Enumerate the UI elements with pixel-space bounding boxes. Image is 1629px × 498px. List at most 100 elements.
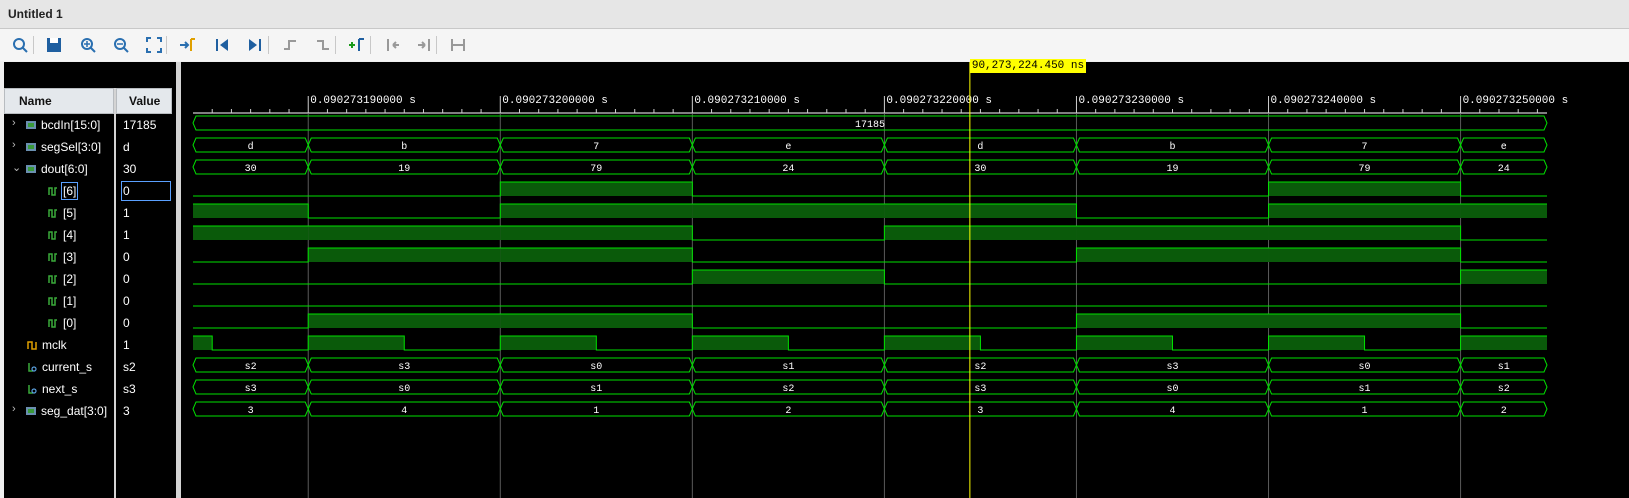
signal-value-cell[interactable]: 1 bbox=[120, 334, 172, 356]
zoom-in-button[interactable] bbox=[76, 33, 100, 57]
signal-value-cell[interactable]: 30 bbox=[120, 158, 172, 180]
expand-arrow-icon[interactable]: › bbox=[12, 403, 16, 415]
high-level-fill bbox=[193, 204, 309, 218]
high-level-fill bbox=[1076, 314, 1269, 328]
bus-value-label: s1 bbox=[1498, 362, 1510, 373]
high-level-fill bbox=[692, 204, 885, 218]
expand-arrow-icon[interactable]: › bbox=[12, 117, 16, 129]
signal-row[interactable]: mclk bbox=[4, 334, 114, 356]
name-column-header[interactable]: Name bbox=[4, 88, 114, 114]
signal-value-cell[interactable]: 0 bbox=[120, 312, 172, 334]
expand-arrow-icon[interactable]: › bbox=[12, 139, 16, 151]
signal-value-cell[interactable]: s3 bbox=[120, 378, 172, 400]
signal-value-cell[interactable]: 0 bbox=[120, 246, 172, 268]
dout-bit-0-wave bbox=[193, 313, 1547, 329]
previous-transition-icon bbox=[284, 40, 296, 50]
bus-value-label: s1 bbox=[590, 384, 602, 395]
bus-value-label: e bbox=[785, 142, 791, 153]
bus-value-label: 2 bbox=[1501, 406, 1507, 417]
signal-value-cell[interactable]: 0 bbox=[120, 290, 172, 312]
signal-row[interactable]: current_s bbox=[4, 356, 114, 378]
high-level-fill bbox=[308, 226, 501, 240]
signal-value-cell[interactable]: 17185 bbox=[120, 114, 172, 136]
signal-value: 30 bbox=[123, 162, 137, 176]
bus-value-label: s0 bbox=[590, 362, 602, 373]
signal-value-cell[interactable]: 1 bbox=[120, 224, 172, 246]
toolbar-separator bbox=[33, 36, 34, 54]
signal-row[interactable]: [5] bbox=[4, 202, 114, 224]
mclk-wave bbox=[193, 335, 1547, 351]
previous-marker-button[interactable] bbox=[380, 33, 404, 57]
signal-row[interactable]: [3] bbox=[4, 246, 114, 268]
high-level-fill bbox=[500, 226, 693, 240]
bus-value-label: 17185 bbox=[855, 120, 885, 131]
signal-value-cell[interactable]: 3 bbox=[120, 400, 172, 422]
signal-name: [1] bbox=[63, 294, 77, 308]
high-level-fill bbox=[308, 248, 501, 262]
bus-value-label: 79 bbox=[590, 164, 602, 175]
signal-value-cell[interactable]: 0 bbox=[120, 268, 172, 290]
go-to-end-button[interactable] bbox=[243, 33, 267, 57]
high-level-fill bbox=[500, 182, 693, 196]
zoom-fit-button[interactable] bbox=[142, 33, 166, 57]
cursor-time-label[interactable]: 90,273,224.450 ns bbox=[969, 59, 1087, 73]
signal-row[interactable]: ⌄ dout[6:0] bbox=[4, 158, 114, 180]
high-level-fill bbox=[1076, 336, 1173, 350]
next_s-wave: s3 s0 s1 s2 s3 s0 s1 s2 bbox=[192, 379, 1548, 395]
waveform-view[interactable]: 0.090273190000 s 0.090273200000 s 0.090273… bbox=[181, 62, 1629, 498]
signal-row[interactable]: › seg_dat[3:0] bbox=[4, 400, 114, 422]
signal-row[interactable]: [6] bbox=[4, 180, 114, 202]
enum-icon bbox=[28, 385, 37, 394]
high-level-fill bbox=[1076, 248, 1269, 262]
bus-value-label: d bbox=[977, 141, 983, 153]
signal-value-cell[interactable]: s2 bbox=[120, 356, 172, 378]
high-level-fill bbox=[1268, 182, 1461, 196]
signal-value: 0 bbox=[123, 184, 130, 198]
window-title: Untitled 1 bbox=[8, 7, 63, 21]
add-marker-button[interactable] bbox=[345, 33, 369, 57]
time-tick-label: 0.090273240000 s bbox=[1271, 95, 1377, 107]
previous-transition-button[interactable] bbox=[278, 33, 302, 57]
signal-row[interactable]: [0] bbox=[4, 312, 114, 334]
signal-value-cell[interactable]: 0 bbox=[120, 180, 172, 202]
signal-row[interactable]: [4] bbox=[4, 224, 114, 246]
high-level-fill bbox=[692, 336, 789, 350]
enum-icon bbox=[28, 363, 37, 372]
previous-marker-icon bbox=[387, 39, 399, 51]
signal-row[interactable]: [1] bbox=[4, 290, 114, 312]
zoom-out-button[interactable] bbox=[109, 33, 133, 57]
signal-row[interactable]: › bcdIn[15:0] bbox=[4, 114, 114, 136]
high-level-fill bbox=[1460, 204, 1547, 218]
go-to-cursor-button[interactable] bbox=[176, 33, 200, 57]
dout-wave: 30 19 79 24 30 19 79 24 bbox=[192, 159, 1548, 175]
signal-row[interactable]: [2] bbox=[4, 268, 114, 290]
high-level-fill bbox=[884, 336, 981, 350]
collapse-arrow-icon[interactable]: ⌄ bbox=[12, 161, 21, 174]
zoom-fit-icon bbox=[146, 37, 162, 53]
value-column-header[interactable]: Value bbox=[116, 88, 172, 114]
save-button[interactable] bbox=[42, 33, 66, 57]
column-divider[interactable] bbox=[114, 88, 116, 498]
time-tick-label: 0.090273250000 s bbox=[1463, 95, 1569, 107]
signal-value: 17185 bbox=[123, 118, 157, 132]
signal-value-cell[interactable]: 1 bbox=[120, 202, 172, 224]
signal-row[interactable]: next_s bbox=[4, 378, 114, 400]
next-transition-button[interactable] bbox=[311, 33, 335, 57]
signal-value-cell[interactable]: d bbox=[120, 136, 172, 158]
swap-cursors-button[interactable] bbox=[446, 33, 470, 57]
bus-value-label: 24 bbox=[782, 164, 794, 175]
bit-icon bbox=[48, 209, 57, 218]
search-button[interactable] bbox=[8, 33, 32, 57]
next-marker-button[interactable] bbox=[413, 33, 437, 57]
go-to-start-button[interactable] bbox=[210, 33, 234, 57]
bus-value-label: b bbox=[1169, 141, 1175, 153]
dout-bit-2-wave bbox=[193, 269, 1547, 285]
high-level-fill bbox=[1268, 314, 1461, 328]
high-level-fill bbox=[1076, 226, 1269, 240]
bcdIn-wave: 17185 bbox=[192, 115, 1548, 131]
high-level-fill bbox=[884, 226, 1077, 240]
bit-icon bbox=[48, 275, 57, 284]
bus-value-label: 3 bbox=[977, 406, 983, 417]
bus-value-label: s3 bbox=[1166, 362, 1178, 373]
signal-row[interactable]: › segSel[3:0] bbox=[4, 136, 114, 158]
